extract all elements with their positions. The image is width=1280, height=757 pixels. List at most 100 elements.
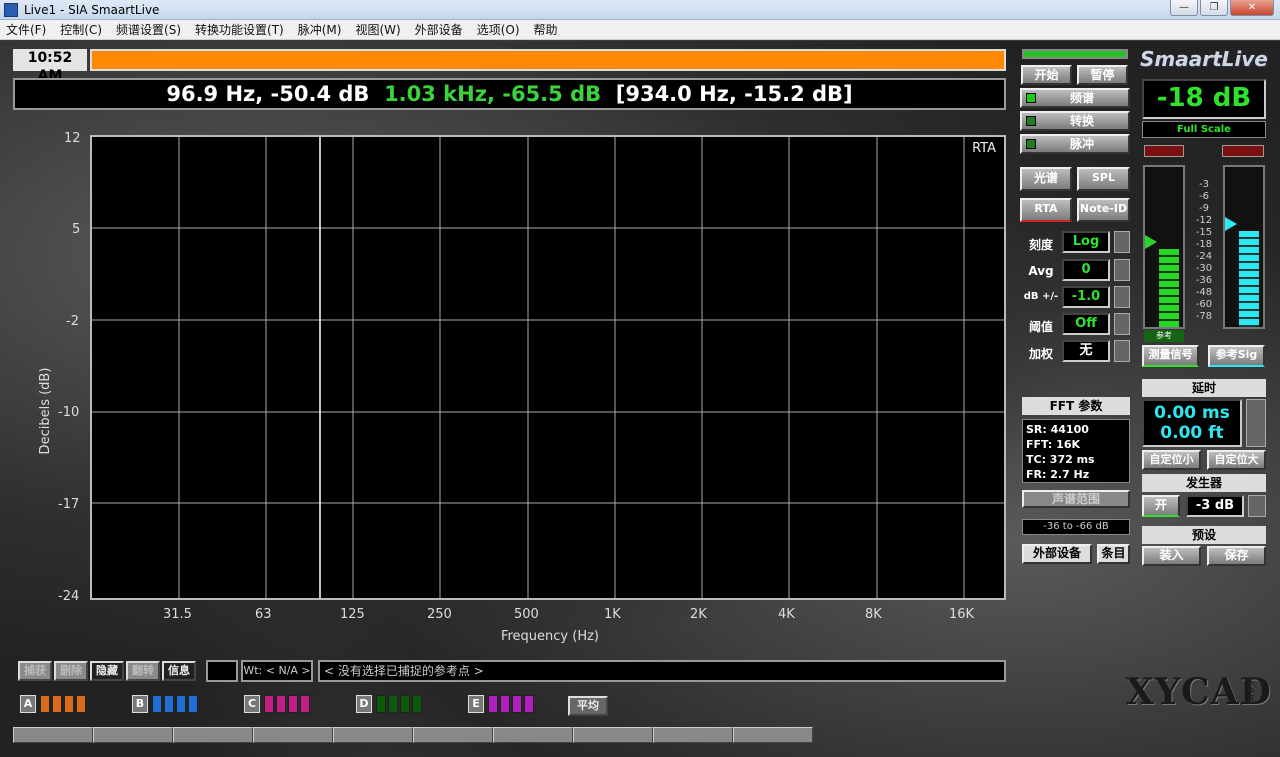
preset-load-button[interactable]: 装入 — [1142, 546, 1201, 566]
pause-button[interactable]: 暂停 — [1077, 65, 1128, 85]
menu-control[interactable]: 控制(C) — [60, 21, 102, 38]
spectrum-view-button[interactable]: 光谱 — [1020, 167, 1072, 191]
info-button[interactable]: 信息 — [162, 661, 196, 681]
meter-tick: -18 — [1195, 239, 1213, 250]
weighting-spinner[interactable] — [1114, 340, 1130, 362]
menu-spectrum-settings[interactable]: 频谱设置(S) — [116, 21, 181, 38]
clip-indicator-right — [1222, 145, 1264, 157]
color-indicator — [206, 660, 238, 682]
start-button[interactable]: 开始 — [1021, 65, 1072, 85]
status-slot[interactable] — [573, 727, 653, 743]
external-devices-button[interactable]: 外部设备 — [1022, 544, 1092, 564]
status-slot[interactable] — [493, 727, 573, 743]
reference-signal-button[interactable]: 参考Sig — [1208, 345, 1265, 367]
trace-slot[interactable] — [64, 695, 74, 713]
menu-transfer-settings[interactable]: 转换功能设置(T) — [195, 21, 284, 38]
menu-options[interactable]: 选项(O) — [477, 21, 520, 38]
menu-impulse[interactable]: 脉冲(M) — [298, 21, 342, 38]
status-slot[interactable] — [333, 727, 413, 743]
threshold-value[interactable]: Off — [1062, 313, 1110, 335]
menu-help[interactable]: 帮助 — [534, 21, 558, 38]
trace-letter-d[interactable]: D — [356, 695, 372, 713]
delay-ms: 0.00 ms — [1154, 403, 1230, 423]
status-slot[interactable] — [93, 727, 173, 743]
reference-meter — [1223, 165, 1265, 329]
db-step-label: dB +/- — [1023, 291, 1059, 302]
menu-external-devices[interactable]: 外部设备 — [415, 21, 463, 38]
trace-slot[interactable] — [388, 695, 398, 713]
delay-display: 0.00 ms 0.00 ft — [1142, 399, 1242, 447]
trace-slot[interactable] — [400, 695, 410, 713]
trace-slot[interactable] — [524, 695, 534, 713]
trace-slot[interactable] — [40, 695, 50, 713]
trace-slot[interactable] — [164, 695, 174, 713]
trace-letter-b[interactable]: B — [132, 695, 148, 713]
trace-slot[interactable] — [412, 695, 422, 713]
capture-button[interactable]: 捕获 — [18, 661, 52, 681]
trace-slot[interactable] — [76, 695, 86, 713]
trace-slot[interactable] — [512, 695, 522, 713]
trace-slot[interactable] — [176, 695, 186, 713]
avg-spinner[interactable] — [1114, 259, 1130, 281]
delete-button[interactable]: 删除 — [54, 661, 88, 681]
trace-slot[interactable] — [376, 695, 386, 713]
hide-button[interactable]: 隐藏 — [90, 661, 124, 681]
scale-value[interactable]: Log — [1062, 231, 1110, 253]
db-step-value[interactable]: -1.0 — [1062, 286, 1110, 308]
status-slot[interactable] — [653, 727, 733, 743]
spectrum-range-button[interactable]: 声谱范围 — [1022, 490, 1130, 508]
minimize-button[interactable]: — — [1170, 0, 1198, 16]
delay-spinner[interactable] — [1246, 399, 1266, 447]
trace-slot[interactable] — [276, 695, 286, 713]
preset-title: 预设 — [1142, 526, 1266, 544]
plot-mode-label: RTA — [972, 141, 996, 156]
menu-view[interactable]: 视图(W) — [355, 21, 400, 38]
trace-letter-e[interactable]: E — [468, 695, 484, 713]
note-id-button[interactable]: Note-ID — [1077, 198, 1130, 222]
preset-save-button[interactable]: 保存 — [1207, 546, 1266, 566]
meter-scale: -3 -6 -9 -12 -15 -18 -24 -30 -36 -48 -60 -78 — [1190, 179, 1218, 323]
trace-slot[interactable] — [52, 695, 62, 713]
db-step-spinner[interactable] — [1114, 286, 1130, 308]
trace-slot[interactable] — [264, 695, 274, 713]
weighting-value[interactable]: 无 — [1062, 340, 1110, 362]
avg-value[interactable]: 0 — [1062, 259, 1110, 281]
maximize-button[interactable]: ❐ — [1200, 0, 1228, 16]
trace-slot[interactable] — [152, 695, 162, 713]
scale-spinner[interactable] — [1114, 231, 1130, 253]
trace-slot[interactable] — [188, 695, 198, 713]
rta-button[interactable]: RTA — [1020, 198, 1072, 222]
trace-slot[interactable] — [488, 695, 498, 713]
threshold-spinner[interactable] — [1114, 313, 1130, 335]
menu-file[interactable]: 文件(F) — [6, 21, 46, 38]
status-slot[interactable] — [253, 727, 333, 743]
x-tick-label: 500 — [514, 607, 539, 622]
mode-transfer-button[interactable]: 转换 — [1020, 111, 1130, 131]
watermark-suffix: .com — [1245, 677, 1256, 705]
generator-on-button[interactable]: 开 — [1142, 495, 1180, 517]
x-tick-label: 16K — [949, 607, 975, 622]
generator-level-spinner[interactable] — [1248, 495, 1266, 517]
mode-impulse-button[interactable]: 脉冲 — [1020, 134, 1130, 154]
close-button[interactable]: ✕ — [1230, 0, 1274, 16]
trace-slot[interactable] — [300, 695, 310, 713]
flip-button[interactable]: 翻转 — [126, 661, 160, 681]
delay-find-large-button[interactable]: 自定位大 — [1207, 450, 1266, 470]
status-slot[interactable] — [733, 727, 813, 743]
mode-spectrum-button[interactable]: 频谱 — [1020, 88, 1130, 108]
rta-plot[interactable]: RTA — [90, 135, 1006, 600]
measurement-signal-button[interactable]: 测量信号 — [1142, 345, 1199, 367]
items-button[interactable]: 条目 — [1097, 544, 1130, 564]
status-slot[interactable] — [13, 727, 93, 743]
trace-slot[interactable] — [288, 695, 298, 713]
delay-find-small-button[interactable]: 自定位小 — [1142, 450, 1201, 470]
trace-letter-a[interactable]: A — [20, 695, 36, 713]
spl-button[interactable]: SPL — [1077, 167, 1130, 191]
status-slot[interactable] — [413, 727, 493, 743]
trace-letter-c[interactable]: C — [244, 695, 260, 713]
generator-level[interactable]: -3 dB — [1186, 495, 1244, 517]
status-slot[interactable] — [173, 727, 253, 743]
smaartlive-logo: SmaartLive — [1140, 47, 1268, 71]
average-button[interactable]: 平均 — [568, 696, 608, 716]
trace-slot[interactable] — [500, 695, 510, 713]
